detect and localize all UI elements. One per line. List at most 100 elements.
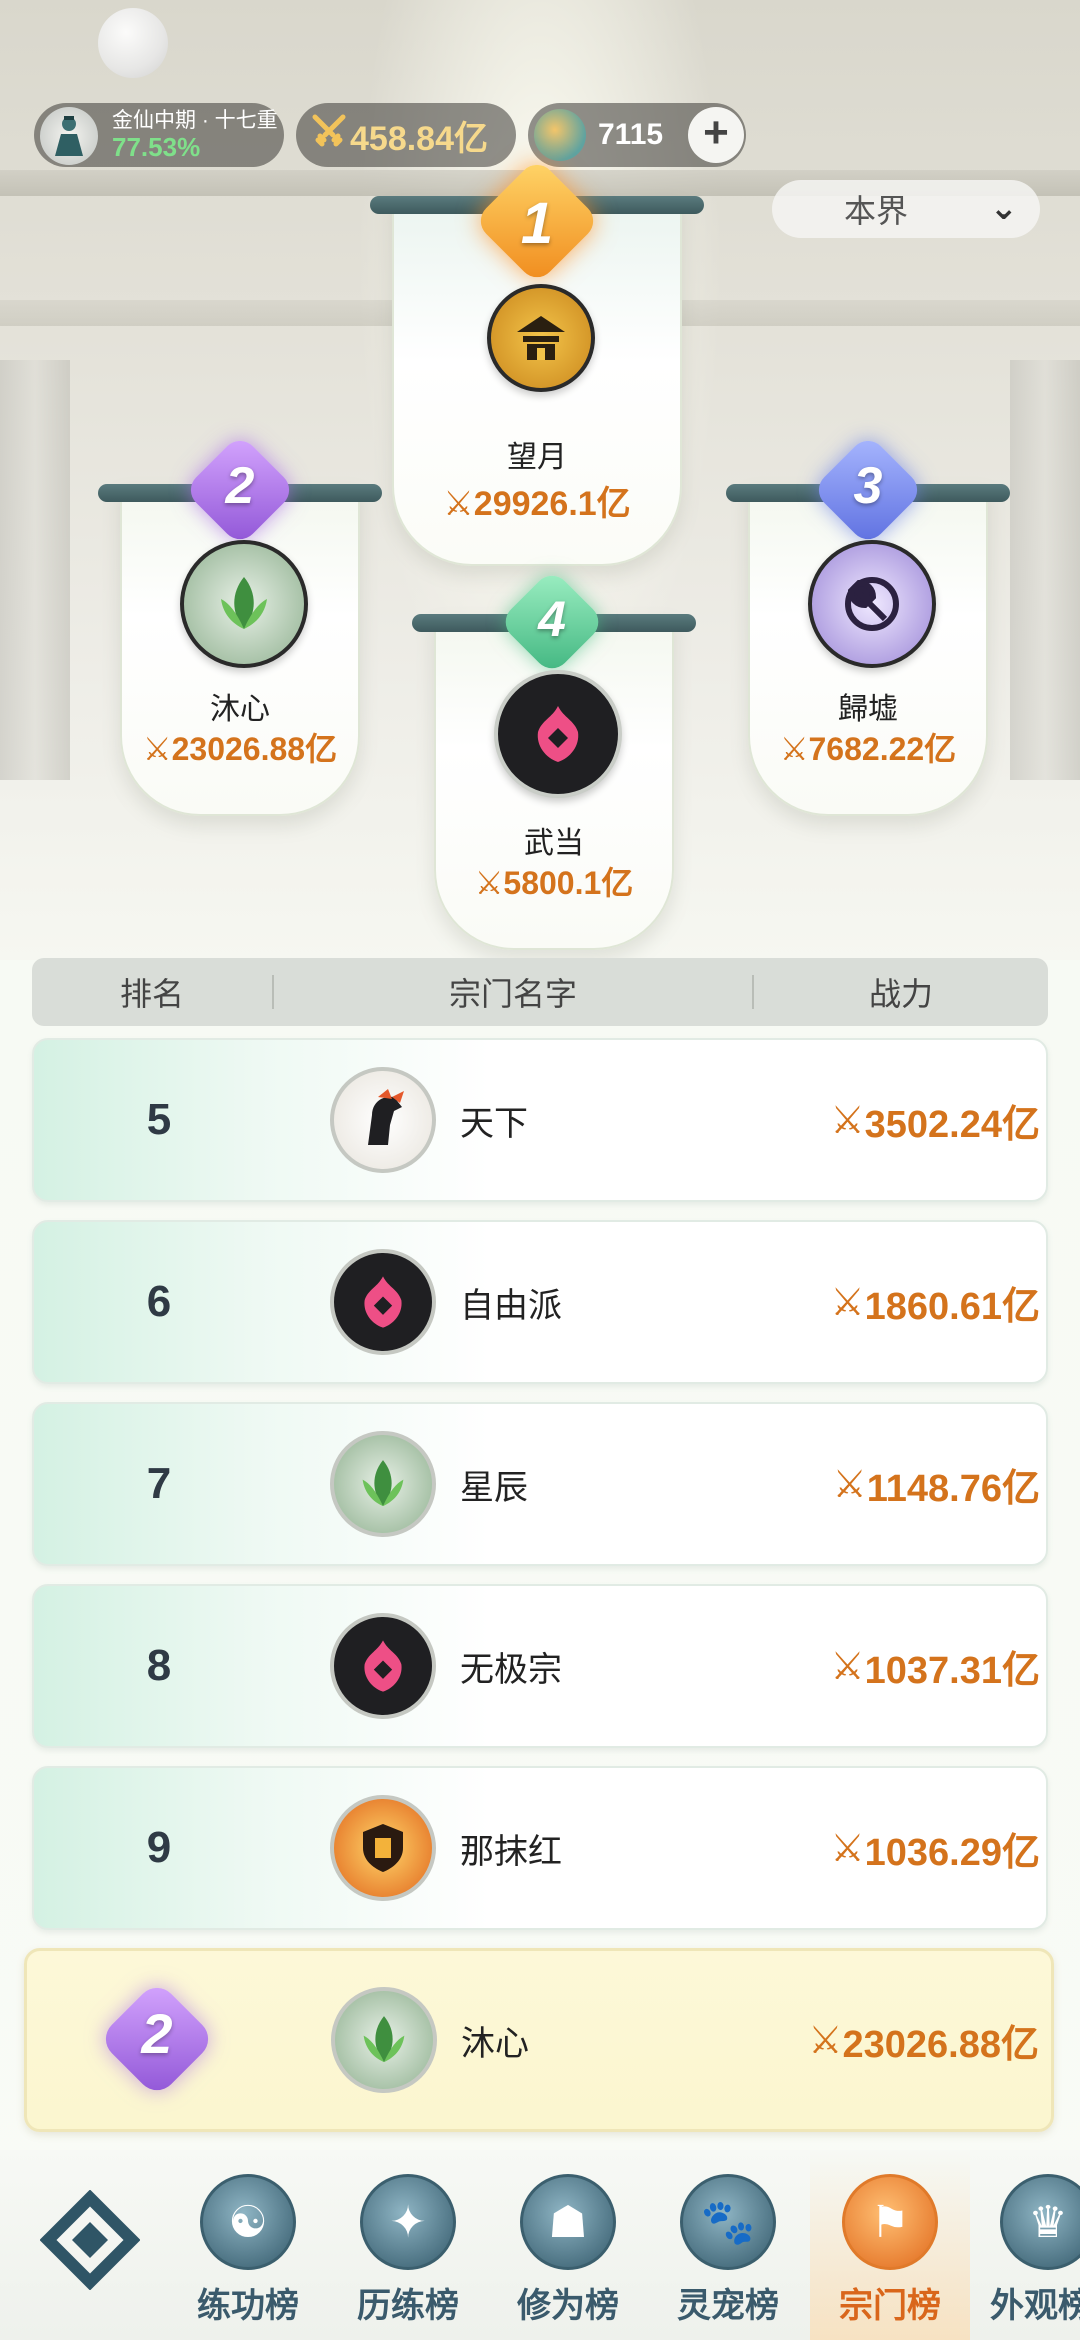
nav-tab-appearance[interactable]: ♛ 外观榜 [970,2150,1080,2340]
crossed-swords-icon: ⚔ [808,2019,843,2062]
row-sect-name: 天下 [460,1104,528,1143]
nav-tab-label: 灵宠榜 [677,2287,779,2325]
crossed-swords-icon [312,114,346,157]
nav-tab-pets[interactable]: 🐾 灵宠榜 [648,2150,808,2340]
row-sect-power: ⚔ 3502.24亿 [830,1099,1040,1146]
currency-value: 7115 [598,118,664,151]
nav-tab-trials[interactable]: ✦ 历练榜 [328,2150,488,2340]
star-burst-icon: ✦ [360,2174,456,2270]
sage-icon: ☗ [520,2174,616,2270]
podium-sect-name: 沐心 [210,693,270,726]
podium-rank-2[interactable]: 2 沐心 ⚔23026.88亿 [98,433,382,816]
row-rank: 8 [146,1641,172,1690]
nav-tab-training[interactable]: ☯ 练功榜 [168,2150,328,2340]
appearance-icon: ♛ [1000,2174,1080,2270]
yin-yang-icon: ☯ [200,2174,296,2270]
crossed-swords-icon: ⚔ [830,1281,865,1324]
pet-cat-icon: 🐾 [680,2174,776,2270]
row-sect-name: 无极宗 [460,1650,562,1689]
top-status-bar: 金仙中期 · 十七重 77.53% 458.84亿 7115 + [34,100,746,170]
pillar-decoration [0,360,70,780]
podium-sect-power: ⚔23026.88亿 [142,731,338,767]
crossed-swords-icon: ⚔ [443,485,474,523]
combat-power-value: 458.84亿 [350,119,488,158]
sect-banner-icon: ⚑ [842,2174,938,2270]
row-sect-name: 星辰 [460,1468,528,1507]
nav-menu-button[interactable] [0,2150,180,2340]
realm-rank-pill[interactable]: 金仙中期 · 十七重 77.53% [34,103,284,167]
my-sect-name: 沐心 [461,2024,529,2063]
my-sect-rank: 2 [141,2002,173,2065]
flame-emblem-icon [494,670,622,798]
podium-sect-name: 歸墟 [838,693,898,726]
crossed-swords-icon: ⚔ [830,1645,865,1688]
column-header-power: 战力 [868,976,933,1012]
bottom-navigation: ☯ 练功榜 ✦ 历练榜 ☗ 修为榜 🐾 灵宠榜 ⚑ 宗门榜 ♛ 外观榜 [0,2150,1080,2340]
row-sect-name: 自由派 [460,1286,562,1325]
podium-sect-power: ⚔7682.22亿 [779,731,957,767]
podium-rank-number: 1 [520,191,554,256]
pavilion-emblem-icon [487,284,595,392]
lotus-emblem-icon [331,1987,437,2093]
row-sect-power: ⚔ 1036.29亿 [830,1827,1040,1874]
moon-decoration [98,8,168,78]
column-header-rank: 排名 [119,976,184,1012]
flame-emblem-icon [330,1249,436,1355]
podium-sect-power: ⚔5800.1亿 [474,865,634,901]
chevron-down-icon: ⌄ [989,189,1019,227]
axe-emblem-icon [808,540,936,668]
currency-pill: 7115 + [528,103,746,167]
podium-sect-name: 武当 [524,827,584,860]
table-row[interactable]: 8 无极宗 ⚔ 1037.31亿 [32,1584,1048,1748]
table-row[interactable]: 5 天下 ⚔ 3502.24亿 [32,1038,1048,1202]
row-rank: 6 [146,1277,172,1326]
my-sect-row[interactable]: 2 沐心 ⚔ 23026.88亿 [24,1948,1054,2132]
podium-rank-number: 3 [853,457,883,515]
podium-rank-3[interactable]: 3 歸墟 ⚔7682.22亿 [726,433,1010,816]
nav-tab-cultivation[interactable]: ☗ 修为榜 [488,2150,648,2340]
flame-emblem-icon [330,1613,436,1719]
menu-diamond-icon [39,2189,141,2291]
lotus-emblem-icon [330,1431,436,1537]
row-sect-power: ⚔ 1148.76亿 [832,1463,1040,1510]
add-currency-button[interactable]: + [688,107,744,163]
table-row[interactable]: 7 星辰 ⚔ 1148.76亿 [32,1402,1048,1566]
table-row[interactable]: 6 自由派 ⚔ 1860.61亿 [32,1220,1048,1384]
row-rank: 5 [146,1095,172,1144]
row-sect-power: ⚔ 1037.31亿 [830,1645,1040,1692]
podium-rank-4[interactable]: 4 武当 ⚔5800.1亿 [412,568,696,950]
pillar-decoration [1010,360,1080,780]
server-scope-label: 本界 [844,193,909,229]
crossed-swords-icon: ⚔ [832,1463,867,1506]
lotus-emblem-icon [180,540,308,668]
podium-rank-number: 2 [225,457,255,515]
realm-progress: 77.53% [112,132,201,162]
nav-tab-label: 宗门榜 [839,2287,941,2325]
nav-tab-label: 历练榜 [357,2287,459,2325]
crossed-swords-icon: ⚔ [779,731,809,767]
row-sect-name: 那抹红 [460,1832,562,1871]
podium-rank-number: 4 [538,591,566,647]
row-rank: 7 [146,1459,172,1508]
crossed-swords-icon: ⚔ [142,731,172,767]
crossed-swords-icon: ⚔ [830,1099,865,1142]
shield-emblem-icon [330,1795,436,1901]
row-rank: 9 [146,1823,172,1872]
realm-rank-label: 金仙中期 · 十七重 [112,109,278,132]
podium-rank-1[interactable]: 1 望月 ⚔29926.1亿 [370,157,704,566]
server-scope-dropdown[interactable]: 本界 ⌄ [772,180,1040,238]
nav-tab-label: 修为榜 [517,2287,619,2325]
ranking-table-header: 排名 宗门名字 战力 [32,958,1048,1026]
cultivator-avatar-icon [40,107,98,165]
combat-power-pill: 458.84亿 [296,103,516,167]
crossed-swords-icon: ⚔ [830,1827,865,1870]
table-row[interactable]: 9 那抹红 ⚔ 1036.29亿 [32,1766,1048,1930]
podium-sect-name: 望月 [507,441,567,474]
column-header-sect-name: 宗门名字 [448,976,577,1012]
podium-sect-power: ⚔29926.1亿 [443,485,631,523]
row-sect-power: ⚔ 1860.61亿 [830,1281,1040,1328]
nav-tab-sects[interactable]: ⚑ 宗门榜 [810,2150,970,2340]
crossed-swords-icon: ⚔ [474,865,504,901]
my-sect-power: ⚔ 23026.88亿 [808,2019,1039,2066]
spirit-stone-icon [534,109,586,161]
